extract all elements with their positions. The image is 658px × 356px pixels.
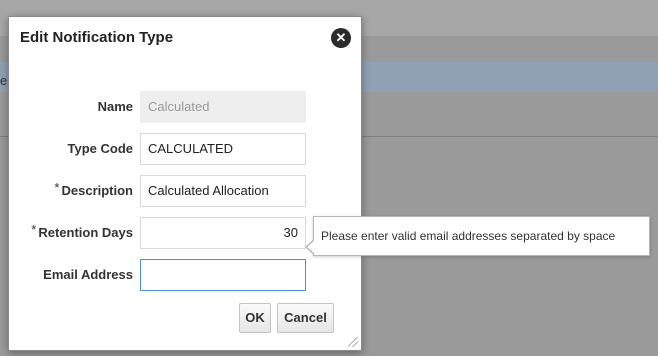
type-code-field[interactable]: CALCULATED: [140, 133, 306, 165]
name-row: Name Calculated: [9, 91, 361, 123]
required-marker: *: [54, 180, 60, 195]
tooltip-arrow-inner: [307, 240, 315, 254]
close-icon[interactable]: ✕: [331, 28, 351, 48]
retention-days-field[interactable]: 30: [140, 217, 306, 249]
email-address-row: Email Address: [9, 259, 361, 291]
dialog-header: Edit Notification Type ✕: [9, 17, 361, 61]
description-label: * Description: [54, 180, 133, 198]
name-label: Name: [97, 99, 133, 114]
email-address-field[interactable]: [140, 259, 306, 291]
edit-notification-type-dialog: Edit Notification Type ✕ Name Calculated…: [8, 16, 362, 351]
name-field: Calculated: [140, 91, 306, 123]
type-code-label: Type Code: [67, 141, 134, 156]
email-hint-tooltip: Please enter valid email addresses separ…: [305, 216, 650, 256]
dialog-title: Edit Notification Type: [20, 29, 174, 46]
retention-days-label-text: Retention Days: [38, 225, 133, 240]
type-code-row: Type Code CALCULATED: [9, 133, 361, 165]
background-edge-text: e: [0, 73, 8, 88]
cancel-button[interactable]: Cancel: [277, 303, 334, 333]
description-field[interactable]: Calculated Allocation: [140, 175, 306, 207]
retention-days-label: * Retention Days: [31, 222, 133, 240]
required-marker: *: [31, 222, 37, 237]
email-address-label: Email Address: [43, 267, 133, 282]
ok-button[interactable]: OK: [239, 303, 271, 333]
description-label-text: Description: [61, 183, 133, 198]
resize-grip-icon[interactable]: [348, 337, 358, 347]
tooltip-text: Please enter valid email addresses separ…: [321, 229, 616, 243]
description-row: * Description Calculated Allocation: [9, 175, 361, 207]
